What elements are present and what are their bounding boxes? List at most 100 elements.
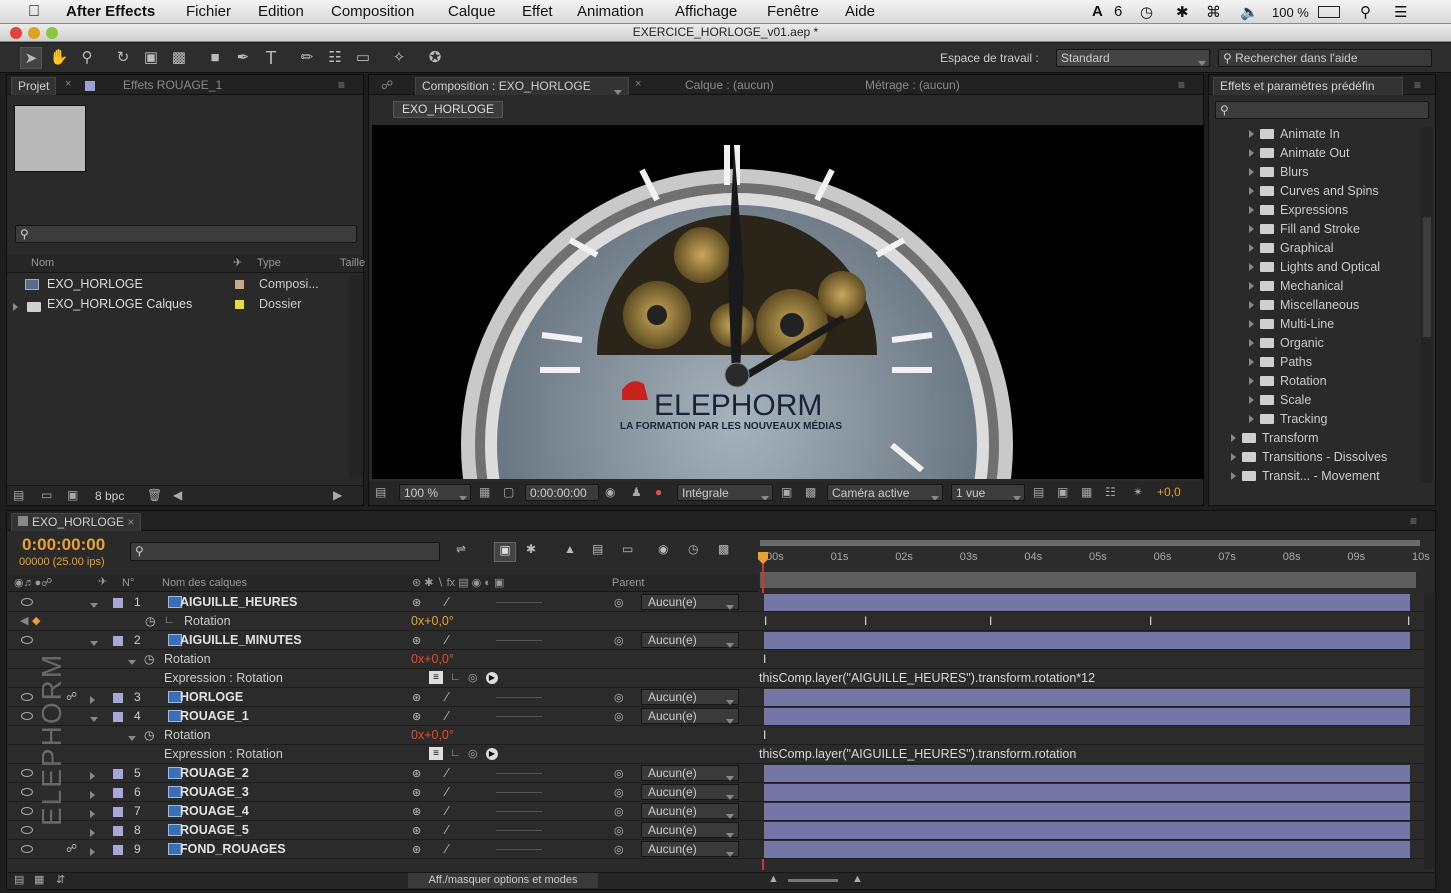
property-row[interactable]: ◷ Rotation 0x+0,0°: [8, 726, 765, 745]
label-color[interactable]: [113, 636, 123, 646]
time-machine-icon[interactable]: ◷: [1140, 3, 1153, 21]
layer-row[interactable]: ☍ 9 FOND_ROUAGES ⊛ ∕ ◎ Aucun(e): [8, 840, 765, 859]
rotate-tool-icon[interactable]: ↻: [112, 47, 134, 69]
shy-switch-icon[interactable]: ⊛: [412, 596, 421, 609]
expression-pickwhip-icon[interactable]: ◎: [468, 747, 478, 760]
quality-switch-icon[interactable]: ∕: [446, 632, 448, 647]
camera-tool-icon[interactable]: ▣: [140, 47, 162, 69]
layer-name[interactable]: AIGUILLE_MINUTES: [180, 633, 302, 647]
layer-row[interactable]: 2 AIGUILLE_MINUTES ⊛ ∕ ◎ Aucun(e): [8, 631, 765, 650]
mask-tool-icon[interactable]: ■: [204, 47, 226, 69]
effects-search-input[interactable]: ⚲: [1215, 101, 1429, 119]
expand-icon[interactable]: [90, 598, 98, 612]
tab-calque[interactable]: Calque : (aucun): [679, 77, 780, 95]
quality-switch-icon[interactable]: ∕: [446, 803, 448, 818]
motion-blur-icon[interactable]: ▤: [592, 542, 603, 556]
menu-affichage[interactable]: Affichage: [675, 3, 737, 20]
layer-duration-bar[interactable]: [764, 841, 1410, 858]
tab-timeline-comp[interactable]: EXO_HORLOGE ×: [11, 513, 142, 531]
expression-row[interactable]: Expression : Rotation ≡ ∟ ◎ ▶: [8, 669, 765, 688]
effect-category-item[interactable]: Transform: [1231, 431, 1319, 450]
quality-switch-icon[interactable]: ∕: [446, 594, 448, 609]
layer-name[interactable]: ROUAGE_2: [180, 766, 249, 780]
expand-icon[interactable]: [1249, 301, 1254, 309]
label-color[interactable]: [113, 598, 123, 608]
preset-folder-item[interactable]: Rotation: [1249, 374, 1327, 393]
always-preview-icon[interactable]: ▤: [375, 485, 386, 499]
zoom-slider[interactable]: [788, 879, 838, 882]
label-color[interactable]: [113, 788, 123, 798]
bluetooth-icon[interactable]: ✱: [1176, 3, 1189, 21]
rotation-value[interactable]: 0x+0,0°: [411, 614, 454, 628]
preset-folder-item[interactable]: Curves and Spins: [1249, 184, 1379, 203]
keyframe-icon[interactable]: I: [1149, 614, 1152, 628]
quality-switch-icon[interactable]: ∕: [446, 765, 448, 780]
project-scrollbar[interactable]: [349, 275, 363, 479]
layer-duration-bar[interactable]: [764, 632, 1410, 649]
in-out-icon[interactable]: ⇵: [56, 873, 65, 886]
rotation-value[interactable]: 0x+0,0°: [411, 652, 454, 666]
quality-switch-icon[interactable]: ∕: [446, 841, 448, 856]
quality-switch-icon[interactable]: ∕: [446, 708, 448, 723]
pick-whip-icon[interactable]: ◎: [614, 691, 624, 704]
shy-switch-icon[interactable]: ⊛: [412, 805, 421, 818]
pick-whip-icon[interactable]: ◎: [614, 805, 624, 818]
expand-icon[interactable]: [90, 807, 101, 821]
menu-composition[interactable]: Composition: [331, 3, 414, 20]
preset-folder-item[interactable]: Mechanical: [1249, 279, 1343, 298]
menu-animation[interactable]: Animation: [577, 3, 644, 20]
zoom-select[interactable]: 100 %: [399, 484, 471, 501]
expand-icon[interactable]: [1249, 244, 1254, 252]
col-layer-name[interactable]: Nom des calques: [162, 577, 247, 589]
layer-track[interactable]: [759, 593, 1424, 612]
expand-icon[interactable]: [1249, 415, 1254, 423]
brainstorm-icon[interactable]: ▭: [622, 542, 633, 556]
expression-language-menu-icon[interactable]: ▶: [486, 672, 498, 684]
panel-menu-icon[interactable]: ≡: [1178, 78, 1185, 92]
enable-expression-icon[interactable]: ≡: [429, 747, 443, 760]
interpret-footage-icon[interactable]: ▤: [13, 488, 24, 502]
expand-icon[interactable]: [1249, 225, 1254, 233]
layer-duration-bar[interactable]: [764, 708, 1410, 725]
layer-duration-bar[interactable]: [764, 594, 1410, 611]
expand-icon[interactable]: [1231, 453, 1236, 461]
zoom-tool-icon[interactable]: ⚲: [76, 47, 98, 69]
trash-icon[interactable]: 🗑: [147, 488, 162, 502]
toggle-switches-modes-button[interactable]: Aff./masquer options et modes: [408, 873, 598, 888]
pan-behind-tool-icon[interactable]: ▩: [168, 47, 190, 69]
region-of-interest-icon[interactable]: ▣: [781, 485, 792, 499]
transparency-grid-icon[interactable]: ▩: [805, 485, 816, 499]
expand-icon[interactable]: [1249, 206, 1254, 214]
work-area-range[interactable]: [760, 572, 1416, 588]
layer-name[interactable]: ROUAGE_3: [180, 785, 249, 799]
preset-folder-item[interactable]: Graphical: [1249, 241, 1334, 260]
parent-select[interactable]: Aucun(e): [641, 822, 739, 838]
zoom-window-icon[interactable]: [46, 27, 58, 39]
stopwatch-icon[interactable]: ◷: [688, 542, 698, 556]
timeline-icon[interactable]: ▦: [1081, 485, 1092, 499]
mask-visibility-icon[interactable]: ▢: [503, 485, 514, 499]
layer-duration-bar[interactable]: [764, 689, 1410, 706]
expand-icon[interactable]: [90, 788, 101, 802]
expand-icon[interactable]: [1249, 130, 1254, 138]
label-color[interactable]: [113, 826, 123, 836]
scroll-left-icon[interactable]: ◀: [173, 488, 182, 502]
preset-folder-item[interactable]: Animate In: [1249, 127, 1340, 146]
lock-icon[interactable]: ☍: [66, 842, 77, 855]
col-num[interactable]: N°: [122, 577, 134, 589]
parent-select[interactable]: Aucun(e): [641, 689, 739, 705]
expression-text[interactable]: thisComp.layer("AIGUILLE_HEURES").transf…: [759, 747, 1076, 761]
timeline-search-input[interactable]: ⚲: [130, 542, 440, 561]
parent-select[interactable]: Aucun(e): [641, 632, 739, 648]
layer-duration-bar[interactable]: [764, 803, 1410, 820]
app-menu[interactable]: After Effects: [66, 3, 155, 20]
transfer-controls-icon[interactable]: ▦: [34, 873, 44, 886]
timeline-scrollbar[interactable]: [1424, 593, 1434, 869]
preset-folder-item[interactable]: Miscellaneous: [1249, 298, 1359, 317]
layer-track[interactable]: [759, 707, 1424, 726]
effect-category-item[interactable]: Transit... - Movement: [1231, 469, 1380, 483]
col-type[interactable]: Type: [257, 257, 281, 269]
effect-category-item[interactable]: Transitions - Dissolves: [1231, 450, 1387, 469]
label-color[interactable]: [113, 693, 123, 703]
layer-row[interactable]: 4 ROUAGE_1 ⊛ ∕ ◎ Aucun(e): [8, 707, 765, 726]
